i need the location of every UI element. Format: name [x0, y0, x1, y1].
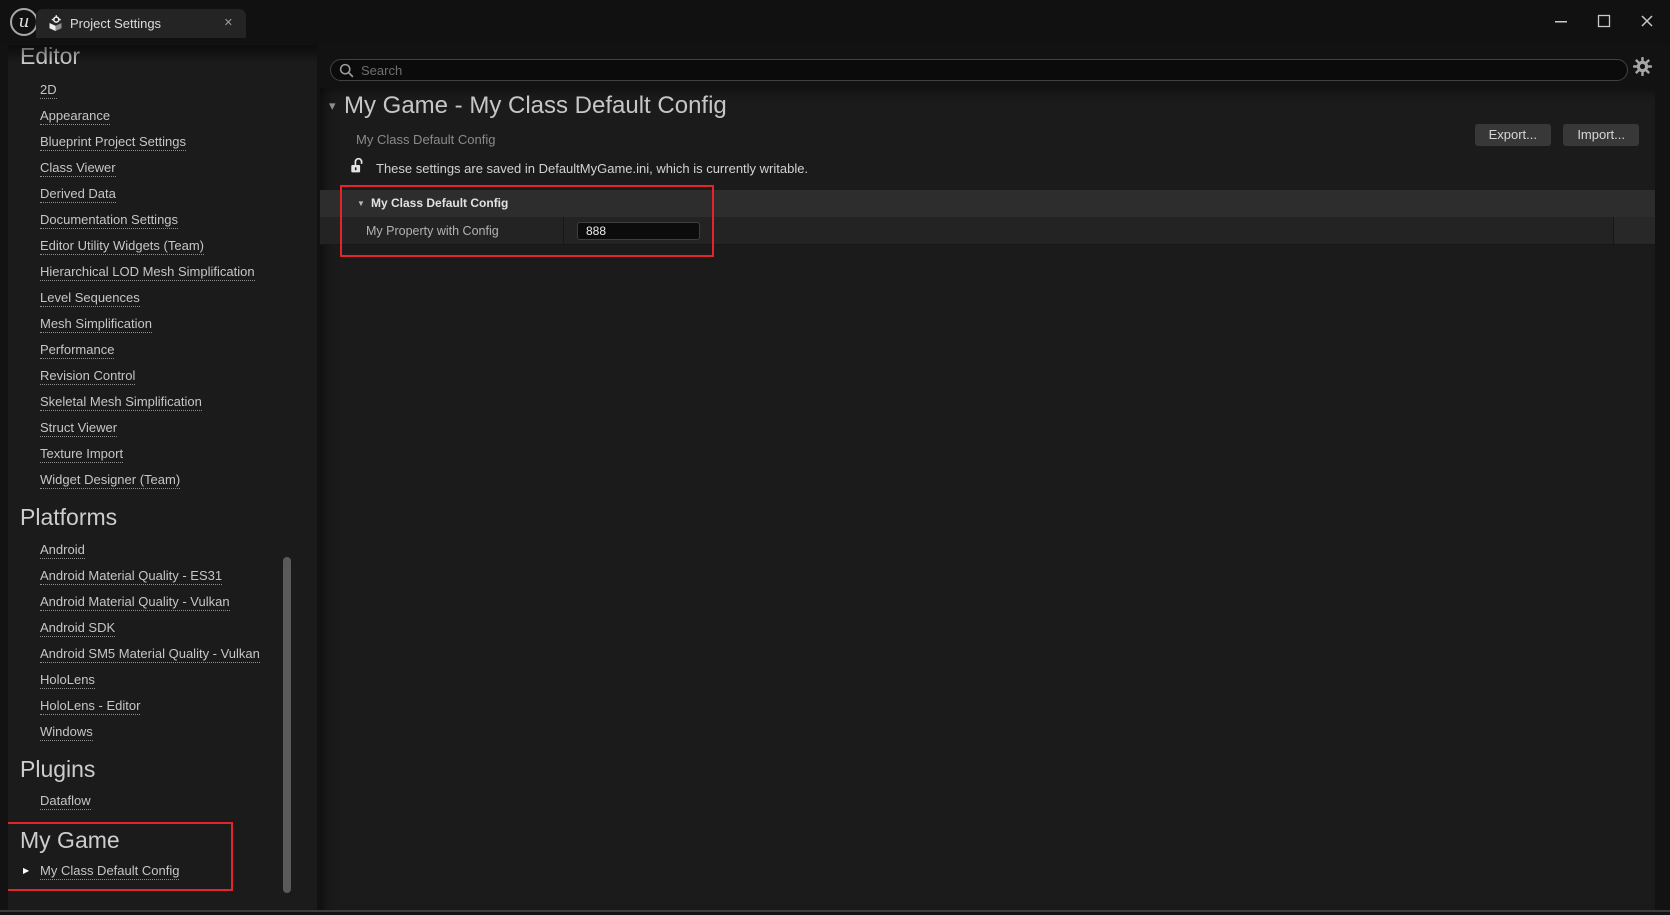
page-subtitle: My Class Default Config — [356, 132, 495, 147]
expand-arrow-icon: ▶ — [23, 858, 29, 884]
tab-project-settings[interactable]: Project Settings ✕ — [36, 9, 246, 38]
sidebar-item-struct-viewer[interactable]: Struct Viewer — [8, 415, 317, 441]
sidebar-item-skeletal-mesh-simplification[interactable]: Skeletal Mesh Simplification — [8, 389, 317, 415]
sidebar-heading-plugins: Plugins — [20, 752, 95, 786]
column-divider[interactable] — [563, 217, 564, 244]
sidebar-item-class-viewer[interactable]: Class Viewer — [8, 155, 317, 181]
minimize-button[interactable] — [1550, 10, 1572, 32]
unlocked-padlock-icon — [350, 157, 365, 179]
sidebar-item-performance[interactable]: Performance — [8, 337, 317, 363]
sidebar-group-plugins: Dataflow — [8, 788, 317, 814]
config-writable-notice: These settings are saved in DefaultMyGam… — [350, 158, 808, 178]
window-bottom-edge — [0, 910, 1670, 912]
settings-content-panel: ▾ My Game - My Class Default Config My C… — [320, 88, 1655, 910]
sidebar-item-level-sequences[interactable]: Level Sequences — [8, 285, 317, 311]
sidebar-heading-editor: Editor — [20, 45, 80, 73]
sidebar-item-hololens[interactable]: HoloLens — [8, 667, 317, 693]
sidebar-group-editor: 2D Appearance Blueprint Project Settings… — [8, 77, 317, 493]
maximize-button[interactable] — [1593, 10, 1615, 32]
search-input[interactable] — [359, 60, 1614, 80]
settings-gear-icon[interactable] — [1633, 57, 1652, 81]
sidebar-item-texture-import[interactable]: Texture Import — [8, 441, 317, 467]
settings-sidebar: Editor 2D Appearance Blueprint Project S… — [8, 45, 317, 910]
sidebar-item-android-sm5-material-quality-vulkan[interactable]: Android SM5 Material Quality - Vulkan — [8, 641, 317, 667]
project-settings-window: u Project Settings ✕ — [0, 0, 1670, 915]
sidebar-item-dataflow[interactable]: Dataflow — [8, 788, 317, 814]
sidebar-item-derived-data[interactable]: Derived Data — [8, 181, 317, 207]
page-title: My Game - My Class Default Config — [344, 92, 727, 120]
tab-label: Project Settings — [70, 9, 161, 38]
row-right-gutter — [1613, 217, 1655, 244]
sidebar-item-widget-designer-team[interactable]: Widget Designer (Team) — [8, 467, 317, 493]
search-icon — [339, 63, 354, 83]
sidebar-item-mesh-simplification[interactable]: Mesh Simplification — [8, 311, 317, 337]
sidebar-item-android-sdk[interactable]: Android SDK — [8, 615, 317, 641]
export-button[interactable]: Export... — [1475, 124, 1551, 146]
property-row: My Property with Config — [320, 217, 1655, 245]
property-value-input[interactable] — [577, 222, 700, 240]
sidebar-item-android-material-quality-vulkan[interactable]: Android Material Quality - Vulkan — [8, 589, 317, 615]
close-button[interactable] — [1636, 10, 1658, 32]
section-collapse-icon: ▼ — [357, 190, 365, 217]
sidebar-item-hololens-editor[interactable]: HoloLens - Editor — [8, 693, 317, 719]
sidebar-item-windows[interactable]: Windows — [8, 719, 317, 745]
search-bar — [330, 59, 1628, 81]
main-area: ▾ My Game - My Class Default Config My C… — [320, 45, 1670, 910]
sidebar-item-my-class-default-config[interactable]: ▶ My Class Default Config — [8, 858, 317, 884]
sidebar-item-appearance[interactable]: Appearance — [8, 103, 317, 129]
section-header-my-class-default-config[interactable]: ▼ My Class Default Config — [320, 190, 1655, 217]
sidebar-item-2d[interactable]: 2D — [8, 77, 317, 103]
unreal-logo-icon: u — [10, 8, 38, 36]
sidebar-item-android[interactable]: Android — [8, 537, 317, 563]
section-title: My Class Default Config — [371, 190, 508, 217]
sidebar-item-editor-utility-widgets-team[interactable]: Editor Utility Widgets (Team) — [8, 233, 317, 259]
sidebar-item-android-material-quality-es31[interactable]: Android Material Quality - ES31 — [8, 563, 317, 589]
property-label: My Property with Config — [366, 217, 499, 245]
project-settings-icon — [47, 15, 64, 37]
notice-text: These settings are saved in DefaultMyGam… — [376, 161, 808, 176]
sidebar-item-documentation-settings[interactable]: Documentation Settings — [8, 207, 317, 233]
sidebar-item-revision-control[interactable]: Revision Control — [8, 363, 317, 389]
titlebar: u Project Settings ✕ — [0, 0, 1670, 45]
sidebar-group-platforms: Android Android Material Quality - ES31 … — [8, 537, 317, 745]
sidebar-item-hierarchical-lod-mesh-simplification[interactable]: Hierarchical LOD Mesh Simplification — [8, 259, 317, 285]
tab-close-icon[interactable]: ✕ — [224, 9, 233, 38]
sidebar-heading-my-game: My Game — [20, 823, 120, 857]
sidebar-heading-platforms: Platforms — [20, 500, 117, 534]
sidebar-item-blueprint-project-settings[interactable]: Blueprint Project Settings — [8, 129, 317, 155]
import-button[interactable]: Import... — [1563, 124, 1639, 146]
sidebar-scrollbar-thumb[interactable] — [283, 557, 291, 893]
sidebar-group-my-game: ▶ My Class Default Config — [8, 858, 317, 884]
page-collapse-icon[interactable]: ▾ — [329, 98, 336, 114]
